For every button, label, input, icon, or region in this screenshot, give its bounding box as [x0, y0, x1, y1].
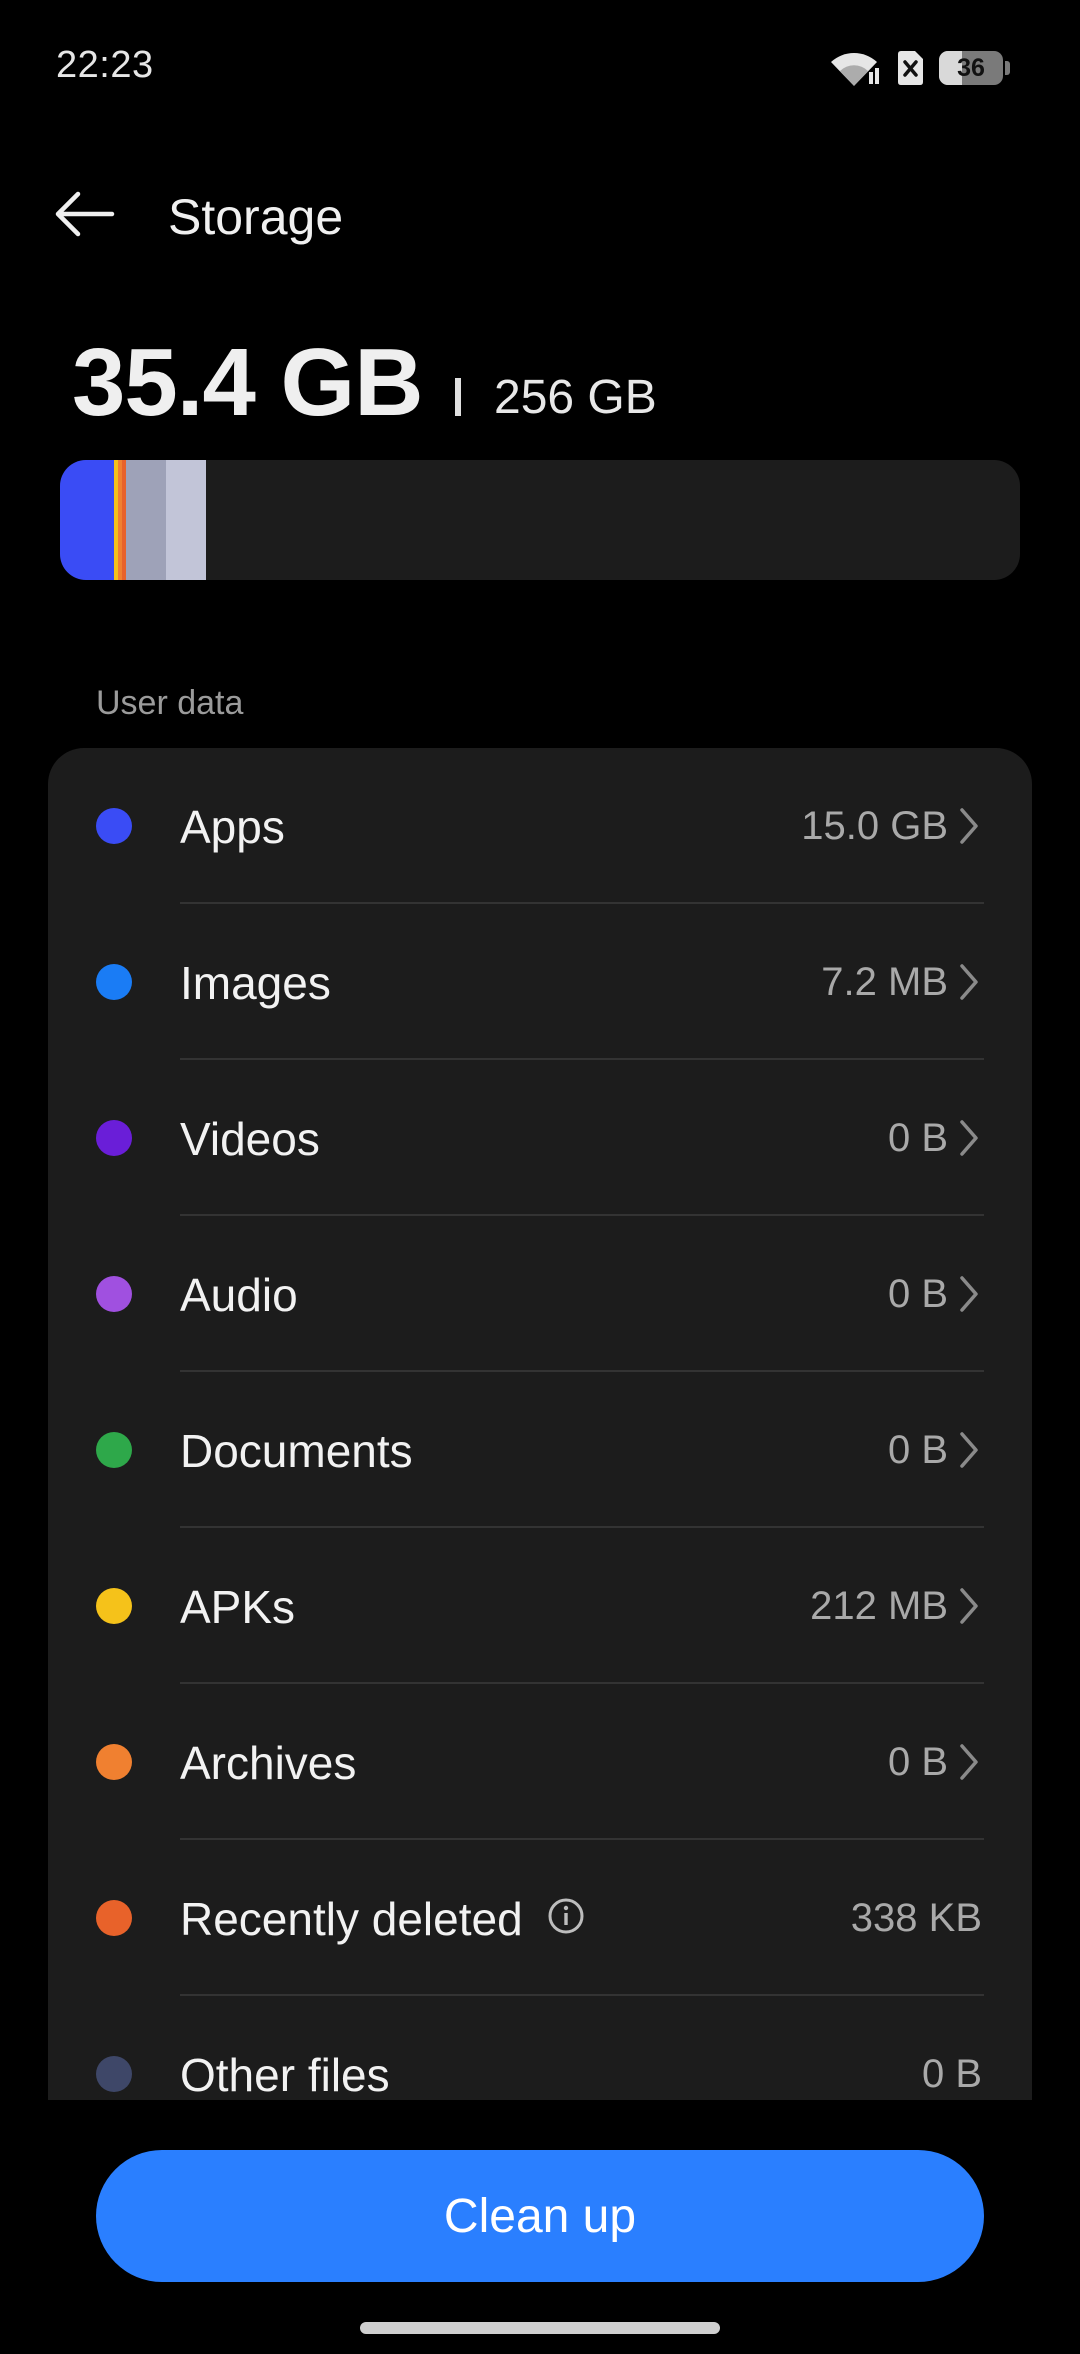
- storage-separator: [455, 378, 461, 416]
- category-color-dot: [96, 1900, 132, 1936]
- list-item-apks[interactable]: APKs 212 MB: [48, 1528, 1032, 1684]
- list-item-label: Apps: [180, 800, 285, 854]
- category-color-dot: [96, 1432, 132, 1468]
- chevron-right-icon: [954, 804, 984, 848]
- category-color-dot: [96, 1276, 132, 1312]
- list-item-label: Documents: [180, 1424, 413, 1478]
- clean-up-button[interactable]: Clean up: [96, 2150, 984, 2282]
- list-item-label-text: Videos: [180, 1113, 320, 1165]
- usage-segment: [166, 460, 206, 580]
- home-indicator[interactable]: [360, 2322, 720, 2334]
- list-item-label-text: Documents: [180, 1425, 413, 1477]
- page-title: Storage: [168, 189, 344, 245]
- chevron-right-icon: [954, 1272, 984, 1316]
- list-item-label-text: Other files: [180, 2049, 390, 2100]
- storage-screen: 22:23 36 Storage 35.4 GB 256 GB User dat…: [0, 0, 1080, 2354]
- category-color-dot: [96, 1120, 132, 1156]
- chevron-right-icon: [954, 1116, 984, 1160]
- no-sim-icon: [895, 49, 925, 87]
- list-item-label-text: Apps: [180, 801, 285, 853]
- list-item-documents[interactable]: Documents 0 B: [48, 1372, 1032, 1528]
- back-button[interactable]: [40, 170, 128, 258]
- chevron-right-icon: [954, 1428, 984, 1472]
- category-color-dot: [96, 808, 132, 844]
- storage-usage-bar: [60, 460, 1020, 580]
- list-item-value: 7.2 MB: [821, 960, 948, 1004]
- usage-segment: [126, 460, 166, 580]
- user-data-list: Apps 15.0 GB Images 7.2 MB Videos 0 B Audio 0 B…: [48, 748, 1032, 2100]
- info-icon[interactable]: [547, 1892, 585, 1946]
- list-item-label: APKs: [180, 1580, 295, 1634]
- list-item-label-text: Recently deleted: [180, 1893, 523, 1945]
- list-item-value: 15.0 GB: [801, 804, 948, 848]
- chevron-right-icon: [954, 1740, 984, 1784]
- list-item-value: 338 KB: [850, 1896, 982, 1940]
- battery-icon: 36: [939, 51, 1003, 85]
- list-item-label-text: Images: [180, 957, 331, 1009]
- list-item-value: 0 B: [921, 2052, 982, 2096]
- category-color-dot: [96, 964, 132, 1000]
- status-icons: 36: [827, 48, 1010, 88]
- list-item-audio[interactable]: Audio 0 B: [48, 1216, 1032, 1372]
- list-item-label: Images: [180, 956, 331, 1010]
- list-item-label-text: Audio: [180, 1269, 298, 1321]
- list-item-archives[interactable]: Archives 0 B: [48, 1684, 1032, 1840]
- list-item-label: Audio: [180, 1268, 298, 1322]
- list-item-images[interactable]: Images 7.2 MB: [48, 904, 1032, 1060]
- list-item-label: Archives: [180, 1736, 356, 1790]
- list-item-label: Other files: [180, 2048, 390, 2100]
- wifi-icon: [827, 48, 881, 88]
- list-item-value: 0 B: [887, 1116, 948, 1160]
- list-item-apps[interactable]: Apps 15.0 GB: [48, 748, 1032, 904]
- chevron-right-icon: [954, 1584, 984, 1628]
- category-color-dot: [96, 1744, 132, 1780]
- list-item-value: 0 B: [887, 1272, 948, 1316]
- list-item-label-text: Archives: [180, 1737, 357, 1789]
- section-label-user-data: User data: [96, 684, 244, 722]
- app-header: Storage: [0, 160, 1080, 280]
- list-item-videos[interactable]: Videos 0 B: [48, 1060, 1032, 1216]
- list-item-label: Recently deleted: [180, 1892, 585, 1946]
- category-color-dot: [96, 1588, 132, 1624]
- used-storage: 35.4 GB: [72, 329, 424, 436]
- usage-segment: [60, 460, 114, 580]
- list-item-value: 212 MB: [810, 1584, 948, 1628]
- list-item-value: 0 B: [887, 1428, 948, 1472]
- list-item-label: Videos: [180, 1112, 320, 1166]
- list-item-label-text: APKs: [180, 1581, 296, 1633]
- status-time: 22:23: [56, 44, 154, 86]
- category-color-dot: [96, 2056, 132, 2092]
- list-item-other-files[interactable]: Other files 0 B: [48, 1996, 1032, 2100]
- list-item-value: 0 B: [887, 1740, 948, 1784]
- back-arrow-icon: [55, 191, 115, 237]
- status-bar: 22:23 36: [0, 0, 1080, 140]
- total-storage: 256 GB: [494, 371, 657, 424]
- chevron-right-icon: [954, 960, 984, 1004]
- battery-level: 36: [957, 54, 985, 82]
- battery-tip: [1005, 61, 1010, 75]
- list-item-recently-deleted[interactable]: Recently deleted 338 KB: [48, 1840, 1032, 1996]
